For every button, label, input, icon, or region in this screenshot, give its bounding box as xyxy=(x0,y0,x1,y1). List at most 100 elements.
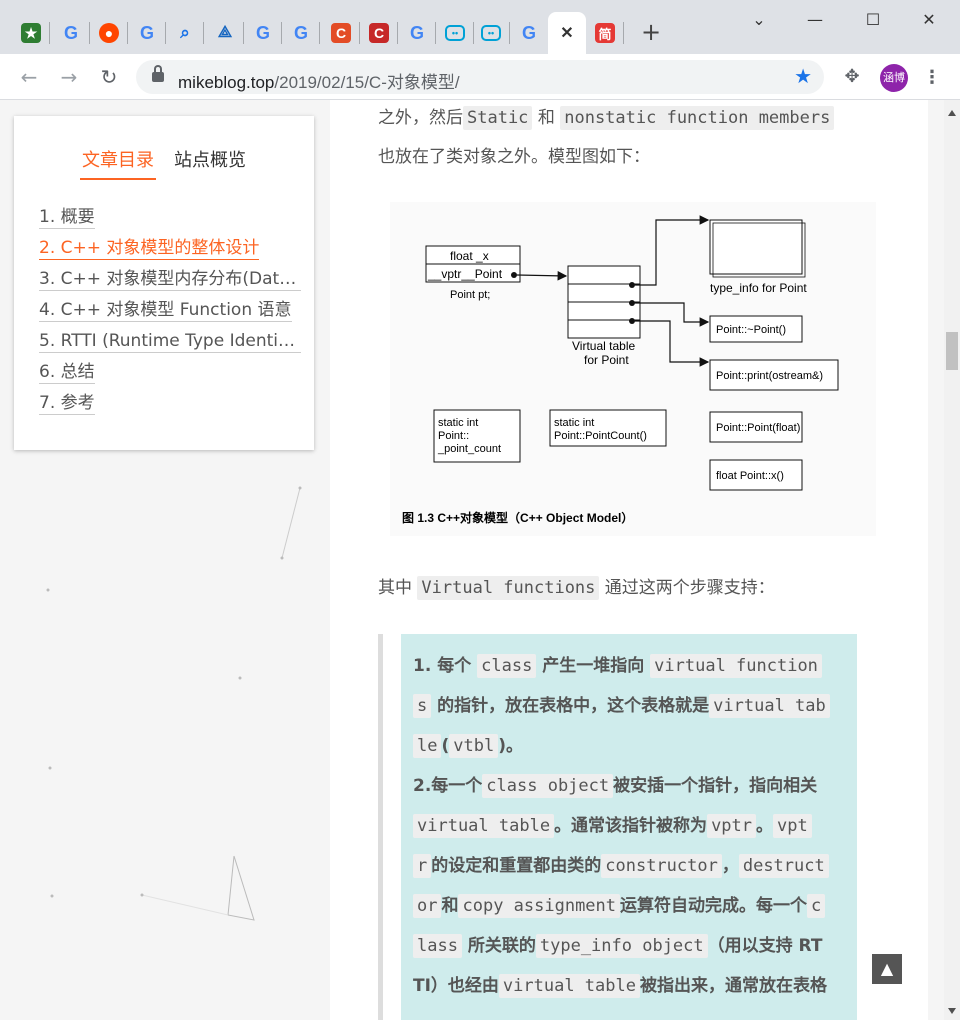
quote-text: 被安插一个指针，指向相关 xyxy=(613,776,818,796)
close-window-button[interactable]: ✕ xyxy=(914,8,944,32)
inline-code: s xyxy=(413,694,432,718)
bilibili-favicon: •• xyxy=(445,25,465,41)
extensions-puzzle-icon[interactable]: ✥ xyxy=(840,66,864,90)
tab-search-chevron-icon[interactable]: ⌄ xyxy=(744,8,774,32)
inline-code: constructor xyxy=(601,854,722,878)
fig-static-b2: Point::PointCount() xyxy=(554,430,647,442)
inline-code: lass xyxy=(413,934,462,958)
browser-tab[interactable]: •• xyxy=(436,12,474,54)
quote-text: 运算符自动完成。每一个 xyxy=(620,896,808,916)
bookmark-star-icon[interactable]: ★ xyxy=(794,64,812,88)
fig-print: Point::print(ostream&) xyxy=(716,370,823,382)
fig-getx: float Point::x() xyxy=(716,470,784,482)
paragraph: 也放在了类对象之外。模型图如下： xyxy=(378,147,650,167)
toc-item[interactable]: 3. C++ 对象模型内存分布(Data Member) xyxy=(39,266,301,297)
browser-tab[interactable]: G xyxy=(244,12,282,54)
quote-line: lass 所关联的 type_info object （用以支持 RT xyxy=(413,926,849,966)
toc-item-label: 4. C++ 对象模型 Function 语意 xyxy=(39,297,292,322)
toc-item[interactable]: 4. C++ 对象模型 Function 语意 xyxy=(39,297,301,328)
url-text[interactable]: mikeblog.top/2019/02/15/C-对象模型/ xyxy=(178,68,460,93)
toc-item[interactable]: 5. RTTI (Runtime Type Identification) xyxy=(39,328,301,359)
quote-line: TI）也经由 virtual table 被指出来，通常放在表格 xyxy=(413,966,849,1006)
url-path: /2019/02/15/C-对象模型/ xyxy=(274,73,460,92)
browser-tab[interactable]: G xyxy=(398,12,436,54)
address-bar[interactable]: mikeblog.top/2019/02/15/C-对象模型/ ★ xyxy=(136,60,824,94)
fig-type-info: type_info for Point xyxy=(710,281,807,295)
browser-tab[interactable]: 简 xyxy=(586,12,624,54)
quote-text: ， xyxy=(721,856,739,876)
reload-button[interactable]: ↻ xyxy=(94,62,124,92)
toc-item-label: 1. 概要 xyxy=(39,204,95,229)
page-scrollbar[interactable] xyxy=(944,100,960,1020)
paragraph: 之外，然后 Static 和 nonstatic function members xyxy=(378,100,835,138)
browser-tab[interactable]: C xyxy=(360,12,398,54)
google-favicon: G xyxy=(521,22,536,43)
browser-tab[interactable]: G xyxy=(282,12,320,54)
blockquote-body: 1. 每个 class 产生一堆指向 virtual function s 的指… xyxy=(401,634,857,1020)
google-favicon: G xyxy=(293,22,308,43)
toc-item-label: 2. C++ 对象模型的整体设计 xyxy=(39,235,260,260)
new-tab-button[interactable]: + xyxy=(638,18,664,46)
scroll-thumb[interactable] xyxy=(946,332,958,370)
tab-table-of-contents[interactable]: 文章目录 xyxy=(80,146,156,180)
inline-code: vptr xyxy=(707,814,757,838)
scroll-up-arrow-icon[interactable] xyxy=(948,110,956,116)
inline-code: virtual function xyxy=(650,654,822,678)
search-favicon: ⌕ xyxy=(180,23,190,42)
browser-tab[interactable]: C xyxy=(322,12,360,54)
fig-caption: 图 1.3 C++对象模型（C++ Object Model） xyxy=(402,510,633,525)
back-button[interactable]: ← xyxy=(14,62,44,92)
browser-toolbar: ← → ↻ mikeblog.top/2019/02/15/C-对象模型/ ★ … xyxy=(0,54,960,100)
article-content: 之外，然后 Static 和 nonstatic function members… xyxy=(330,100,928,1020)
quote-text: 。通常该指针被称为 xyxy=(554,816,708,836)
maximize-button[interactable]: ☐ xyxy=(858,8,888,32)
inline-code: destruct xyxy=(738,854,829,878)
quote-text: )。 xyxy=(498,736,523,756)
toc-item[interactable]: 7. 参考 xyxy=(39,390,301,421)
bilibili-favicon: •• xyxy=(481,25,501,41)
tab-active[interactable]: ✕ xyxy=(548,12,586,54)
c-favicon: C xyxy=(369,23,389,43)
toc-item-label: 3. C++ 对象模型内存分布(Data Member) xyxy=(39,266,301,291)
minimize-button[interactable]: — xyxy=(800,8,830,32)
profile-avatar[interactable]: 涵博 xyxy=(880,64,908,92)
close-icon[interactable]: ✕ xyxy=(557,23,577,43)
browser-tab[interactable]: ● xyxy=(90,12,128,54)
inline-code: class xyxy=(477,654,537,678)
browser-tab[interactable]: G xyxy=(128,12,166,54)
back-to-top-button[interactable]: ▲ xyxy=(872,954,902,984)
paragraph-text: 之外，然后 xyxy=(378,108,463,128)
toc-item[interactable]: 6. 总结 xyxy=(39,359,301,390)
google-favicon: G xyxy=(255,22,270,43)
tab-strip: ★ G ● G ⌕ ⟁ G G C C G •• •• G ✕ 简 + ⌄ — ☐ ✕ xyxy=(0,0,960,54)
browser-tab[interactable]: ⌕ xyxy=(166,12,204,54)
toc-item[interactable]: 2. C++ 对象模型的整体设计 xyxy=(39,235,301,266)
browser-menu-icon[interactable]: ⋮ xyxy=(920,64,944,92)
tab-separator xyxy=(623,22,624,44)
inline-code: type_info object xyxy=(535,934,708,958)
scroll-down-arrow-icon[interactable] xyxy=(948,1008,956,1014)
fig-dtor: Point::~Point() xyxy=(716,324,786,336)
inline-code: class object xyxy=(482,774,614,798)
reddit-favicon: ● xyxy=(99,23,119,43)
star-favicon: ★ xyxy=(21,23,41,43)
browser-tab[interactable]: G xyxy=(510,12,548,54)
tab-site-overview[interactable]: 站点概览 xyxy=(172,146,248,178)
forward-button[interactable]: → xyxy=(54,62,84,92)
browser-tab[interactable]: G xyxy=(52,12,90,54)
paragraph-text: 通过这两个步骤支持： xyxy=(599,578,775,598)
toc-item-label: 7. 参考 xyxy=(39,390,95,415)
quote-line: or 和 copy assignment 运算符自动完成。每一个 c xyxy=(413,886,849,926)
toc-item-label: 6. 总结 xyxy=(39,359,95,384)
fig-point-pt: Point pt; xyxy=(450,289,490,301)
tab-separator xyxy=(49,22,50,44)
lock-icon[interactable] xyxy=(152,65,164,82)
browser-tab[interactable]: •• xyxy=(472,12,510,54)
fig-static-a2: Point:: xyxy=(438,430,469,442)
page-viewport: 文章目录 站点概览 1. 概要 2. C++ 对象模型的整体设计 3. C++ 对象模… xyxy=(0,100,944,1020)
toc-item[interactable]: 1. 概要 xyxy=(39,204,301,235)
browser-tab[interactable]: ⟁ xyxy=(206,12,244,54)
quote-text: 的设定和重置都由类的 xyxy=(431,856,602,876)
inline-code: vpt xyxy=(773,814,812,838)
browser-tab[interactable]: ★ xyxy=(12,12,50,54)
